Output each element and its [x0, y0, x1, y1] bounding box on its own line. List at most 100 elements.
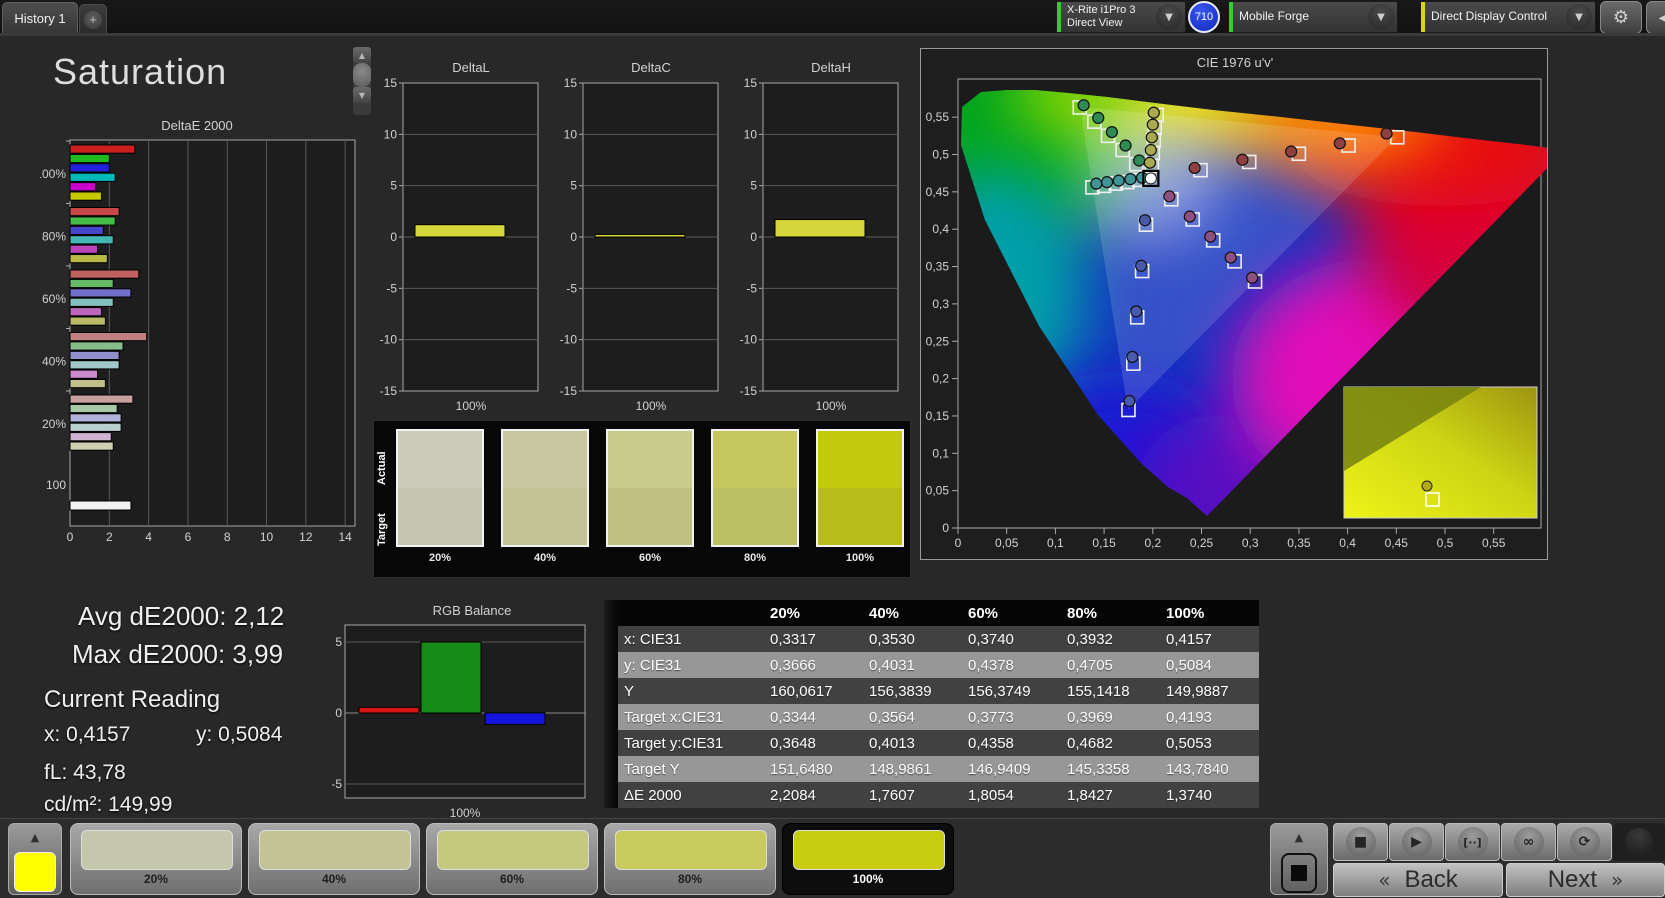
chevron-down-icon[interactable]: ▼: [1566, 4, 1592, 30]
svg-text:0,35: 0,35: [1287, 536, 1311, 550]
display-control-dropdown[interactable]: Direct Display Control ▼: [1420, 1, 1596, 33]
loop-icon: ⟳: [1569, 827, 1600, 857]
meter-dropdown[interactable]: X-Rite i1Pro 3 Direct View ▼: [1056, 1, 1186, 33]
layout-scrollbar[interactable]: ▲ ▼: [353, 47, 371, 115]
deltae-bar-80%-yellow: [69, 254, 108, 264]
svg-text:0,3: 0,3: [1242, 536, 1259, 550]
deltae-bar-100%-red: [69, 144, 136, 154]
svg-text:-10: -10: [380, 333, 398, 347]
chevron-down-icon[interactable]: ▼: [1156, 4, 1182, 30]
cie-measured-magenta: [1246, 271, 1259, 284]
deltae-bar-40%-magenta: [69, 369, 99, 379]
gear-icon: ⚙: [1612, 7, 1630, 28]
saturation-button-80%[interactable]: 80%: [604, 823, 776, 895]
tab-bar: History 1 + X-Rite i1Pro 3 Direct View ▼…: [0, 0, 1665, 34]
svg-text:0: 0: [390, 230, 397, 244]
scroll-up-icon[interactable]: ▲: [353, 47, 371, 63]
add-tab-button[interactable]: +: [79, 4, 107, 34]
scrollbar-thumb[interactable]: [353, 63, 371, 87]
chevrons-left-icon: «: [1378, 868, 1391, 892]
svg-text:20%: 20%: [42, 417, 66, 431]
svg-text:0,5: 0,5: [1437, 536, 1454, 550]
svg-text:0,45: 0,45: [1385, 536, 1409, 550]
measure-once-icon: [··]: [1457, 827, 1488, 857]
saturation-button-100%[interactable]: 100%: [782, 823, 954, 895]
measure-once-button[interactable]: [··]: [1445, 823, 1500, 861]
svg-text:0,05: 0,05: [995, 536, 1019, 550]
chevron-down-icon[interactable]: ▼: [1368, 4, 1394, 30]
source-dropdown[interactable]: Mobile Forge ▼: [1228, 1, 1398, 33]
scroll-down-icon[interactable]: ▼: [353, 87, 371, 103]
rgb-balance-bar-red: [358, 706, 420, 714]
back-button[interactable]: « Back: [1333, 863, 1503, 897]
cie-measured-magenta: [1224, 251, 1237, 264]
saturation-button-40%[interactable]: 40%: [248, 823, 420, 895]
loop-button[interactable]: ⟳: [1557, 823, 1612, 861]
svg-text:10: 10: [384, 127, 398, 141]
row-handle: [604, 678, 618, 704]
deltae-bar-20%-blue: [69, 413, 122, 423]
table-cell: 145,3358: [1061, 756, 1160, 782]
settings-button[interactable]: ⚙: [1600, 1, 1642, 34]
transport-extra-button[interactable]: [1613, 823, 1665, 861]
play-button[interactable]: ▶: [1389, 823, 1444, 861]
svg-text:-5: -5: [746, 281, 757, 295]
compare-swatch-label: 80%: [743, 552, 767, 564]
saturation-button-60%[interactable]: 60%: [426, 823, 598, 895]
target-color: [503, 488, 587, 545]
svg-text:0: 0: [942, 521, 949, 535]
current-x: x: 0,4157: [44, 723, 131, 746]
saturation-button-label: 40%: [321, 872, 347, 886]
svg-text:0: 0: [955, 536, 962, 550]
next-button[interactable]: Next »: [1506, 863, 1665, 897]
svg-text:15: 15: [384, 76, 398, 90]
svg-text:-15: -15: [560, 384, 578, 398]
tab-history-1[interactable]: History 1: [2, 2, 78, 34]
table-row-label: Y: [618, 678, 764, 704]
table-cell: 155,1418: [1061, 678, 1160, 704]
compare-swatch-80%: 80%: [711, 429, 799, 564]
window-pattern-button[interactable]: [1281, 853, 1317, 893]
deltae-bar-60%-blue: [69, 288, 132, 298]
saturation-button-label: 60%: [499, 872, 525, 886]
table-cell: 0,3969: [1061, 704, 1160, 730]
continuous-button[interactable]: ∞: [1501, 823, 1556, 861]
table-cell: 1,8427: [1061, 782, 1160, 808]
table-cell: 0,3740: [962, 626, 1061, 652]
deltae-bar-60%-magenta: [69, 307, 102, 317]
table-cell: 0,5053: [1160, 730, 1259, 756]
table-cell: 2,2084: [764, 782, 863, 808]
actual-color: [713, 431, 797, 488]
table-cell: 0,3648: [764, 730, 863, 756]
display-control-label: Direct Display Control: [1431, 9, 1548, 24]
deltal-bar: [414, 224, 506, 238]
svg-text:0,25: 0,25: [926, 334, 950, 348]
saturation-swatch: [615, 830, 767, 870]
collapse-up-button[interactable]: ▲: [1271, 824, 1327, 850]
table-cell: 0,5084: [1160, 652, 1259, 678]
deltae-bar-100%-green: [69, 153, 110, 164]
cie-measured-blue: [1138, 214, 1152, 227]
deltae-bar-100%-cyan: [69, 172, 116, 182]
svg-text:5: 5: [390, 179, 397, 193]
actual-color: [398, 431, 482, 488]
actual-color: [818, 431, 902, 488]
table-cell: 151,6480: [764, 756, 863, 782]
table-column-header: 20%: [764, 600, 863, 626]
actual-color: [608, 431, 692, 488]
table-cell: 146,9409: [962, 756, 1061, 782]
stop-button[interactable]: ■: [1333, 823, 1388, 861]
cie-diagram: CIE 1976 u'v' 0 0,05 0,1 0,15 0,2 0,25 0,3 0,35 0…: [926, 55, 1565, 550]
cie-measured-yellow: [1143, 156, 1156, 169]
cie-measured-red: [1188, 161, 1201, 175]
compare-swatch-40%: 40%: [501, 429, 589, 564]
previous-page-button[interactable]: ◀: [1646, 1, 1665, 34]
collapse-up-button[interactable]: ▲: [9, 824, 61, 850]
saturation-button-20%[interactable]: 20%: [70, 823, 242, 895]
rgb-balance-chart: RGB Balance50-5100%: [332, 603, 586, 820]
source-accent-bar: [1229, 2, 1233, 32]
table-row-label: x: CIE31: [618, 626, 764, 652]
table-cell: 0,4157: [1160, 626, 1259, 652]
rgb-balance-bar-blue: [484, 712, 546, 725]
current-cdm2: cd/m²: 149,99: [44, 793, 173, 816]
